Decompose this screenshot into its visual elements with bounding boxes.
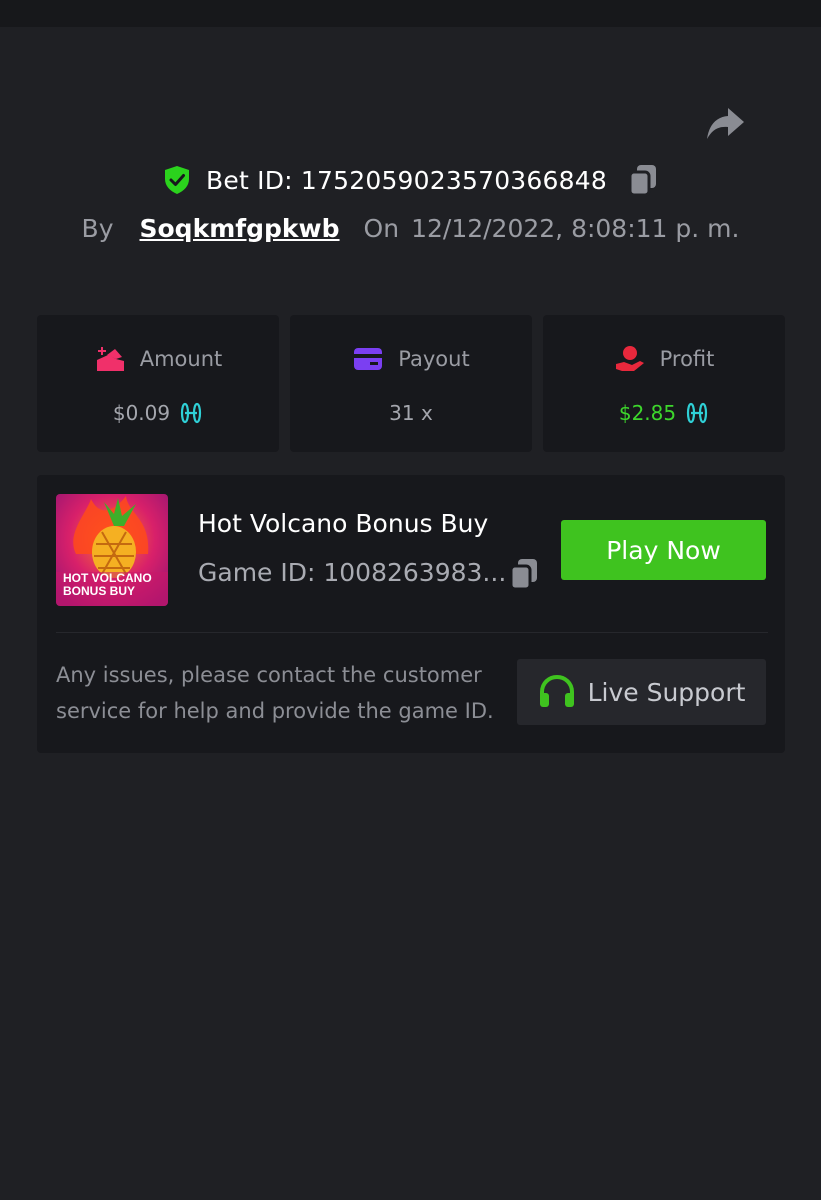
bet-id-row: Bet ID: 1752059023570366848 xyxy=(0,160,821,200)
on-label: On xyxy=(363,213,400,243)
payout-title: Payout xyxy=(398,347,470,371)
amount-title: Amount xyxy=(139,347,223,371)
play-now-button[interactable]: Play Now xyxy=(561,520,766,580)
username-link[interactable]: Soqkmfgpkwb xyxy=(140,214,340,243)
divider xyxy=(56,632,768,633)
amount-card: Amount $0.09 xyxy=(37,315,279,452)
copy-bet-id-icon[interactable] xyxy=(627,163,659,197)
payout-card: Payout 31 x xyxy=(290,315,532,452)
thumb-title-line1: HOT VOLCANO xyxy=(63,571,152,585)
payout-value: 31 x xyxy=(389,401,433,425)
top-bar xyxy=(0,0,821,27)
profit-value: $2.85 xyxy=(618,401,677,425)
bet-id-label: Bet ID: 1752059023570366848 xyxy=(206,165,607,195)
headset-icon xyxy=(539,675,574,707)
bet-datetime: 12/12/2022, 8:08:11 p. m. xyxy=(411,213,740,243)
amount-icon xyxy=(96,347,124,371)
profit-title: Profit xyxy=(659,347,715,371)
support-note: Any issues, please contact the customer … xyxy=(56,663,494,723)
card-icon xyxy=(354,348,383,370)
game-card: HOT VOLCANO BONUS BUY Hot Volcano Bonus … xyxy=(37,475,785,753)
game-title: Hot Volcano Bonus Buy xyxy=(198,509,489,538)
thumb-title-line2: BONUS BUY xyxy=(63,584,135,598)
profit-hand-icon xyxy=(615,346,644,371)
profit-card: Profit $2.85 xyxy=(543,315,785,452)
amount-value: $0.09 xyxy=(112,401,171,425)
verified-shield-icon xyxy=(165,166,190,194)
live-support-label: Live Support xyxy=(587,677,746,707)
coin-icon xyxy=(687,402,708,424)
bet-meta-row: By Soqkmfgpkwb On 12/12/2022, 8:08:11 p.… xyxy=(0,208,821,248)
game-thumbnail[interactable]: HOT VOLCANO BONUS BUY xyxy=(56,494,168,606)
coin-icon xyxy=(181,402,202,424)
copy-game-id-icon[interactable] xyxy=(508,557,540,591)
by-label: By xyxy=(81,213,114,243)
share-icon[interactable] xyxy=(704,105,746,143)
game-id: Game ID: 1008263983... xyxy=(198,558,507,587)
live-support-button[interactable]: Live Support xyxy=(517,659,766,725)
